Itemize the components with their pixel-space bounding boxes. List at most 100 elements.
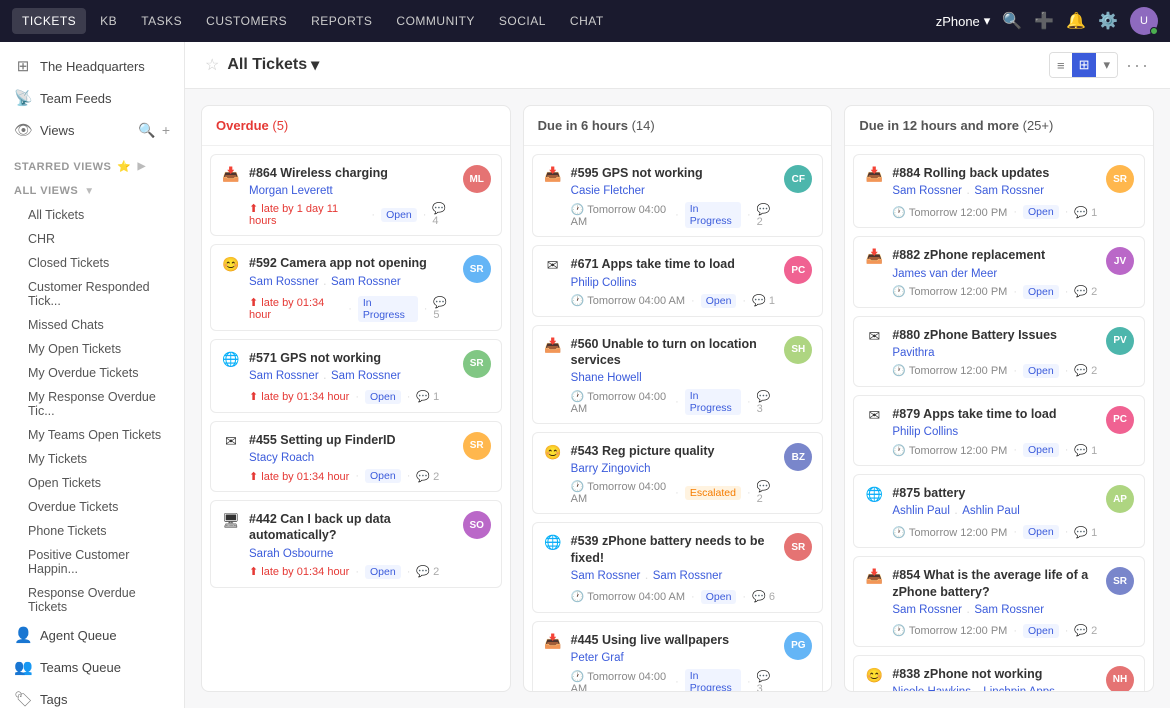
assignee-link[interactable]: Philip Collins (571, 277, 637, 289)
brand-name[interactable]: zPhone ▾ (936, 13, 991, 29)
sidebar-view-item[interactable]: My Tickets (0, 447, 184, 471)
search-views-button[interactable]: 🔍 (138, 122, 155, 139)
assignee-link[interactable]: Pavithra (892, 347, 934, 359)
card-top: 📥 #884 Rolling back updates Sam Rossner … (864, 165, 1134, 219)
nav-chat[interactable]: CHAT (560, 8, 614, 34)
nav-reports[interactable]: REPORTS (301, 8, 382, 34)
assignee-link[interactable]: James van der Meer (892, 268, 997, 280)
ticket-card[interactable]: 📥 #560 Unable to turn on location servic… (532, 325, 824, 425)
ticket-card[interactable]: 📥 #445 Using live wallpapers Peter Graf … (532, 621, 824, 691)
favorite-star-icon[interactable]: ☆ (205, 55, 219, 75)
list-view-button[interactable]: ≡ (1050, 53, 1072, 77)
ticket-card[interactable]: ✉ #455 Setting up FinderID Stacy Roach ⬆… (210, 421, 502, 492)
ticket-card[interactable]: 📥 #854 What is the average life of a zPh… (853, 556, 1145, 647)
search-icon[interactable]: 🔍 (1002, 11, 1022, 31)
sidebar-view-item[interactable]: Closed Tickets (0, 251, 184, 275)
assignee-link[interactable]: Stacy Roach (249, 452, 314, 464)
all-views-toggle[interactable]: ▼ (84, 186, 94, 197)
notification-icon[interactable]: 🔔 (1066, 11, 1086, 31)
sidebar-view-item[interactable]: Overdue Tickets (0, 495, 184, 519)
sidebar-view-item[interactable]: Open Tickets (0, 471, 184, 495)
sidebar-item-views[interactable]: 👁 Views 🔍 + (0, 114, 184, 146)
sidebar-view-item[interactable]: My Response Overdue Tic... (0, 385, 184, 423)
sidebar-view-item[interactable]: My Teams Open Tickets (0, 423, 184, 447)
assignee-link[interactable]: Sam Rossner (892, 185, 962, 200)
sidebar-view-item[interactable]: Phone Tickets (0, 519, 184, 543)
card-info: #560 Unable to turn on location services… (571, 336, 777, 416)
card-footer: 🕐 Tomorrow 04:00 AM·Open · 💬 1 (571, 294, 777, 308)
sidebar-item-teams-queue[interactable]: 👥 Teams Queue (0, 651, 184, 683)
assignee-link[interactable]: Sam Rossner (653, 570, 723, 585)
sidebar-item-tags[interactable]: 🏷 Tags (0, 683, 184, 708)
nav-community[interactable]: COMMUNITY (386, 8, 485, 34)
assignee-link[interactable]: Sam Rossner (331, 276, 401, 291)
sidebar-view-item[interactable]: Positive Customer Happin... (0, 543, 184, 581)
ticket-card[interactable]: 😊 #838 zPhone not working Nicole Hawkins… (853, 655, 1145, 691)
assignee-link[interactable]: Morgan Leverett (249, 185, 333, 197)
assignee-link[interactable]: Ashlin Paul (892, 505, 950, 520)
view-options-button[interactable]: ▾ (1096, 53, 1117, 77)
assignee-link[interactable]: Casie Fletcher (571, 185, 645, 197)
sidebar-view-item[interactable]: Customer Responded Tick... (0, 275, 184, 313)
assignee-link[interactable]: Sam Rossner (331, 370, 401, 385)
plus-icon[interactable]: ➕ (1034, 11, 1054, 31)
ticket-title: #445 Using live wallpapers (571, 632, 777, 648)
ticket-card[interactable]: ✉ #879 Apps take time to load Philip Col… (853, 395, 1145, 466)
assignee-link[interactable]: Shane Howell (571, 372, 642, 384)
sidebar-item-team-feeds[interactable]: 📡 Team Feeds (0, 82, 184, 114)
nav-social[interactable]: SOCIAL (489, 8, 556, 34)
ticket-title: #571 GPS not working (249, 350, 455, 366)
assignee-link[interactable]: Sam Rossner (974, 185, 1044, 200)
assignee-link[interactable]: Sam Rossner (892, 604, 962, 619)
page-title[interactable]: All Tickets ▾ (227, 55, 319, 75)
add-view-button[interactable]: + (162, 122, 170, 139)
due-time: 🕐 Tomorrow 04:00 AM (571, 670, 669, 692)
assignee-link[interactable]: Sam Rossner (974, 604, 1044, 619)
ticket-card[interactable]: 😊 #543 Reg picture quality Barry Zingovi… (532, 432, 824, 514)
sidebar-item-headquarters[interactable]: ⊞ The Headquarters (0, 50, 184, 82)
sidebar-view-item[interactable]: My Open Tickets (0, 337, 184, 361)
sidebar-view-item[interactable]: Missed Chats (0, 313, 184, 337)
nav-tickets[interactable]: TICKETS (12, 8, 86, 34)
nav-customers[interactable]: CUSTOMERS (196, 8, 297, 34)
nav-kb[interactable]: KB (90, 8, 127, 34)
assignee-link[interactable]: Sam Rossner (571, 570, 641, 585)
sidebar-view-item[interactable]: My Overdue Tickets (0, 361, 184, 385)
ticket-card[interactable]: 🌐 #539 zPhone battery needs to be fixed!… (532, 522, 824, 613)
kanban-view-button[interactable]: ⊞ (1072, 53, 1097, 77)
ticket-card[interactable]: 📥 #884 Rolling back updates Sam Rossner … (853, 154, 1145, 228)
due-time: 🕐 Tomorrow 12:00 PM (892, 624, 1007, 637)
assignee-link[interactable]: Nicole Hawkins (892, 686, 971, 691)
nav-tasks[interactable]: TASKS (131, 8, 192, 34)
reply-count: 💬 2 (1074, 364, 1097, 377)
sidebar-item-agent-queue[interactable]: 👤 Agent Queue (0, 619, 184, 651)
ticket-card[interactable]: 📥 #864 Wireless charging Morgan Leverett… (210, 154, 502, 236)
assignee-link[interactable]: Sarah Osbourne (249, 548, 333, 560)
sidebar-view-item[interactable]: All Tickets (0, 203, 184, 227)
starred-toggle[interactable]: ▶ (138, 161, 146, 172)
card-assignees: Sam Rossner · Sam Rossner (892, 185, 1098, 200)
ticket-title: #864 Wireless charging (249, 165, 455, 181)
ticket-card[interactable]: 🌐 #571 GPS not working Sam Rossner · Sam… (210, 339, 502, 413)
sidebar-view-item[interactable]: Response Overdue Tickets (0, 581, 184, 619)
user-avatar[interactable]: U (1130, 7, 1158, 35)
assignee-link[interactable]: Philip Collins (892, 426, 958, 438)
card-info: #854 What is the average life of a zPhon… (892, 567, 1098, 638)
assignee-link[interactable]: Peter Graf (571, 652, 624, 664)
settings-icon[interactable]: ⚙️ (1098, 11, 1118, 31)
more-options-button[interactable]: ··· (1126, 55, 1150, 76)
ticket-card[interactable]: 😊 #592 Camera app not opening Sam Rossne… (210, 244, 502, 330)
assignee-link[interactable]: Linchpin Apps (983, 686, 1055, 691)
ticket-card[interactable]: ✉ #671 Apps take time to load Philip Col… (532, 245, 824, 316)
ticket-card[interactable]: 📥 #882 zPhone replacement James van der … (853, 236, 1145, 307)
assignee-link[interactable]: Ashlin Paul (962, 505, 1020, 520)
assignee-link[interactable]: Barry Zingovich (571, 463, 651, 475)
ticket-card[interactable]: 🌐 #875 battery Ashlin Paul · Ashlin Paul… (853, 474, 1145, 548)
assignee-link[interactable]: Sam Rossner (249, 276, 319, 291)
assignee-link[interactable]: Sam Rossner (249, 370, 319, 385)
due-time: 🕐 Tomorrow 04:00 AM (571, 480, 670, 505)
ticket-card[interactable]: ✉ #880 zPhone Battery Issues Pavithra 🕐 … (853, 316, 1145, 387)
ticket-card[interactable]: 📥 #595 GPS not working Casie Fletcher 🕐 … (532, 154, 824, 237)
sidebar-view-item[interactable]: CHR (0, 227, 184, 251)
ticket-card[interactable]: 🖥 #442 Can I back up data automatically?… (210, 500, 502, 588)
